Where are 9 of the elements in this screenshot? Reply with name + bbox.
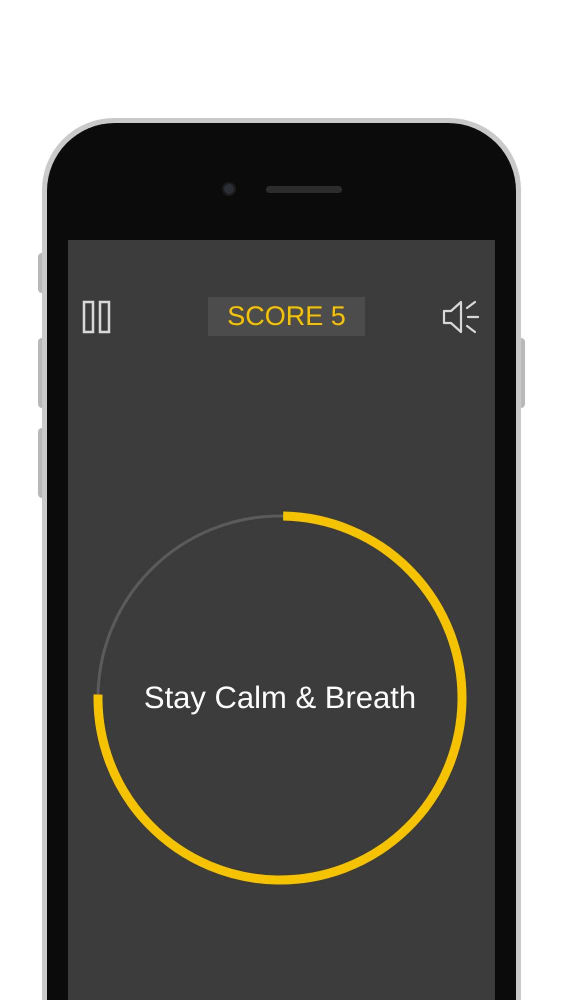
message-text: Stay Calm & Breath — [144, 678, 416, 717]
side-button[interactable] — [521, 338, 525, 408]
pause-icon[interactable] — [82, 300, 112, 334]
side-button[interactable] — [38, 253, 42, 293]
camera-icon — [222, 182, 236, 196]
speaker-icon[interactable] — [440, 298, 481, 334]
score-label: SCORE 5 — [208, 297, 365, 336]
side-button[interactable] — [38, 338, 42, 408]
side-button[interactable] — [38, 428, 42, 498]
